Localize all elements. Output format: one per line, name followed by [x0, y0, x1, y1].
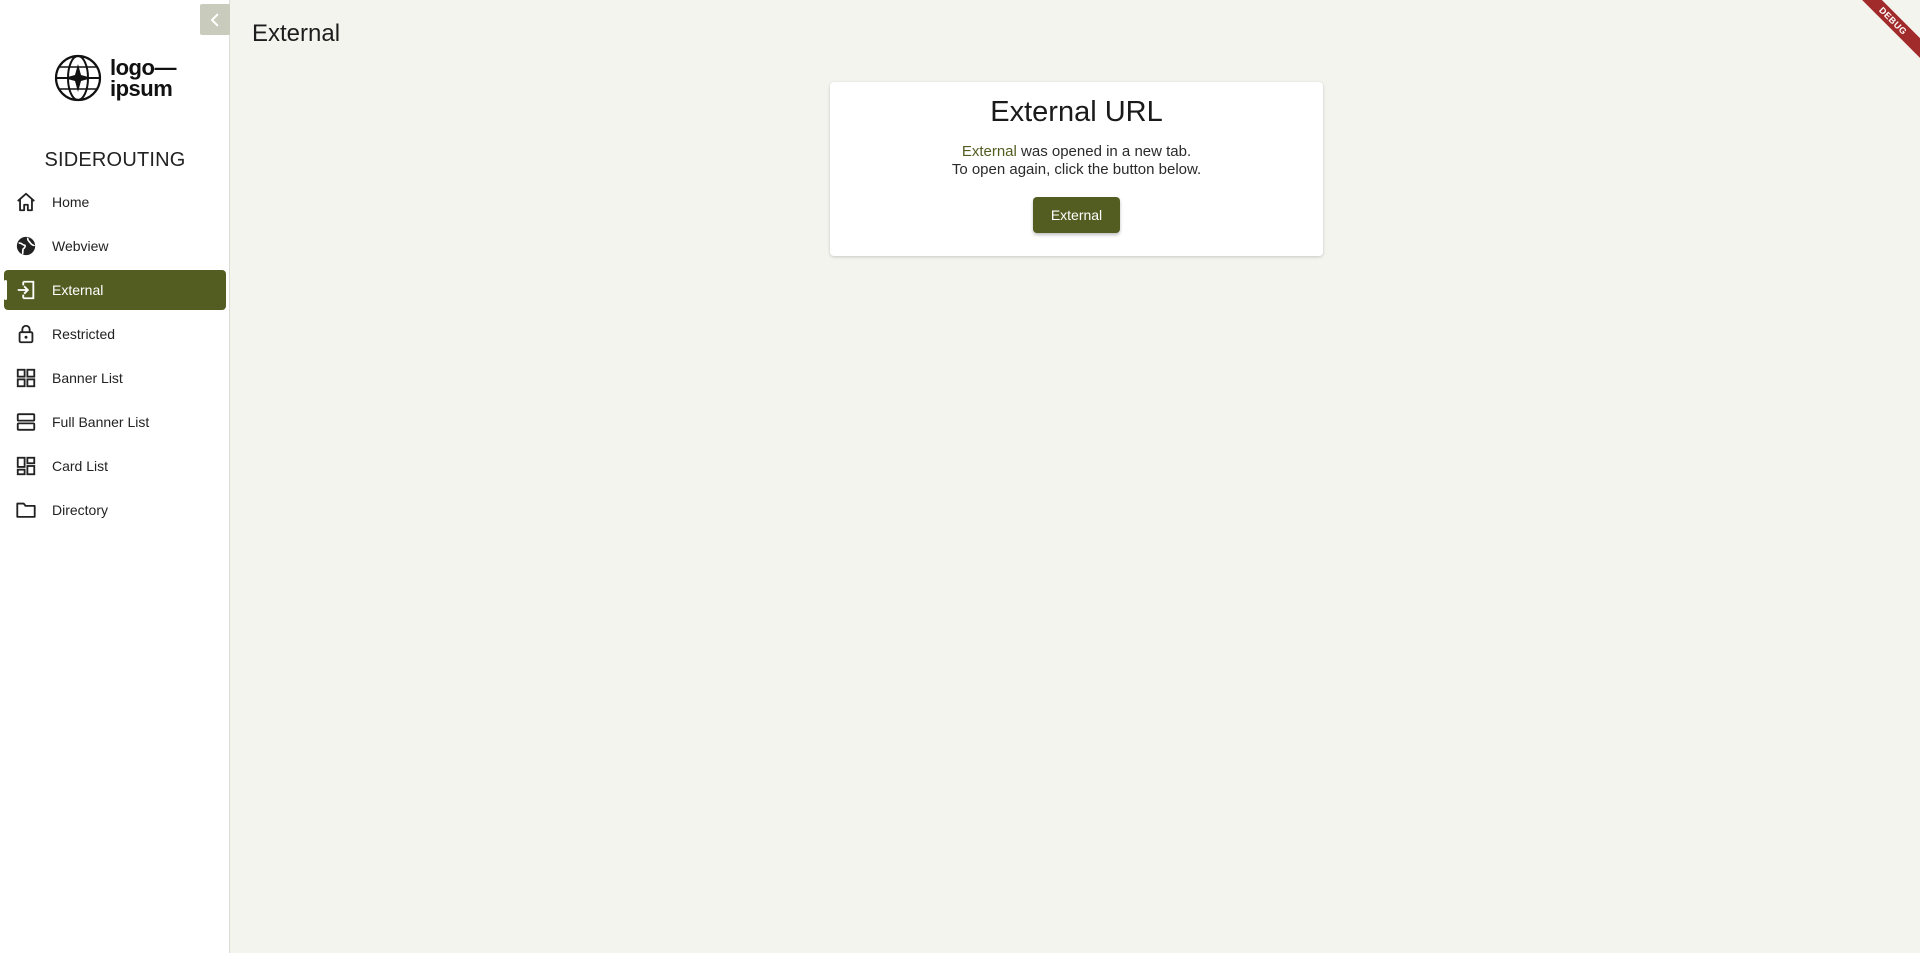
- lock-icon: [14, 322, 38, 346]
- sidebar-item-label: External: [52, 282, 104, 298]
- app-root: logo— ipsum SIDEROUTING Home Webview Ext…: [0, 0, 1920, 953]
- sidebar-item-label: Home: [52, 194, 90, 210]
- card-title: External URL: [990, 96, 1163, 128]
- sidebar-item-external[interactable]: External: [4, 270, 226, 310]
- debug-banner: DEBUG: [1849, 0, 1920, 65]
- card-message-line1-rest: was opened in a new tab.: [1016, 143, 1192, 160]
- sidebar-item-label: Restricted: [52, 326, 116, 342]
- page-title: External: [252, 20, 341, 47]
- dashboard-icon: [14, 454, 38, 478]
- sidebar-item-label: Webview: [52, 238, 109, 254]
- sidebar-item-card-list[interactable]: Card List: [4, 446, 226, 486]
- sidebar-item-label: Directory: [52, 502, 109, 518]
- globe-logo-icon: [54, 54, 102, 102]
- card-message: External was opened in a new tab. To ope…: [830, 143, 1323, 179]
- home-icon: [14, 190, 38, 214]
- card-message-line1: External was opened in a new tab.: [830, 143, 1323, 161]
- globe-icon: [14, 234, 38, 258]
- sidebar-item-label: Card List: [52, 458, 109, 474]
- sidebar-item-webview[interactable]: Webview: [4, 226, 226, 266]
- card-message-line2: To open again, click the button below.: [951, 161, 1202, 178]
- sidebar-nav: Home Webview External Restricted Banner …: [4, 182, 226, 534]
- collapse-sidebar-button[interactable]: [200, 4, 230, 35]
- grid-icon: [14, 366, 38, 390]
- logo-line2: ipsum: [110, 76, 173, 101]
- external-login-icon: [14, 278, 38, 302]
- sidebar: logo— ipsum SIDEROUTING Home Webview Ext…: [0, 0, 230, 953]
- sidebar-item-directory[interactable]: Directory: [4, 490, 226, 530]
- sidebar-item-label: Full Banner List: [52, 414, 150, 430]
- chevron-left-icon: [211, 13, 219, 26]
- sidebar-item-home[interactable]: Home: [4, 182, 226, 222]
- rows-icon: [14, 410, 38, 434]
- sidebar-item-restricted[interactable]: Restricted: [4, 314, 226, 354]
- app-title: SIDEROUTING: [44, 149, 186, 171]
- external-link-text: External: [961, 143, 1017, 160]
- sidebar-item-label: Banner List: [52, 370, 123, 386]
- sidebar-item-banner-list[interactable]: Banner List: [4, 358, 226, 398]
- folder-icon: [14, 498, 38, 522]
- open-external-button[interactable]: External: [1032, 197, 1121, 233]
- external-url-card: External URL External was opened in a ne…: [830, 82, 1323, 256]
- logo-text: logo— ipsum: [110, 57, 176, 101]
- logo: logo— ipsum: [54, 53, 178, 103]
- sidebar-item-full-banner-list[interactable]: Full Banner List: [4, 402, 226, 442]
